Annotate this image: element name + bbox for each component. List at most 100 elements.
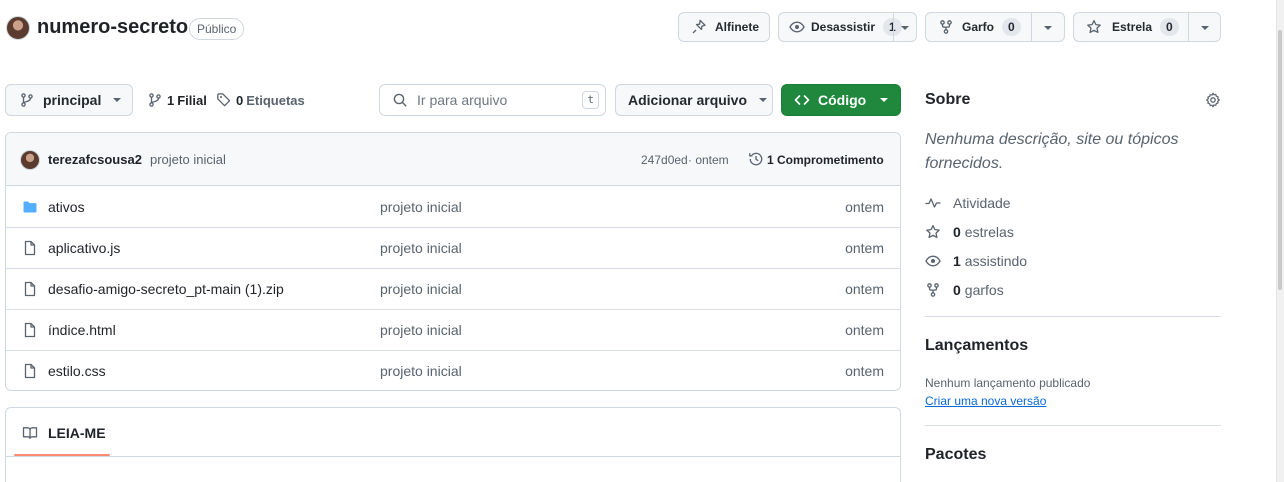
branch-icon (147, 92, 163, 108)
tags-label: Etiquetas (246, 92, 305, 108)
file-list: ativos projeto inicial ontem aplicativo.js p… (6, 187, 900, 390)
history-icon (748, 151, 764, 167)
commit-hash[interactable]: 247d0ed (641, 153, 688, 167)
watching-link[interactable]: 1 assistindo (925, 253, 1027, 269)
file-name-link[interactable]: ativos (48, 199, 85, 215)
branch-icon (19, 92, 35, 108)
star-icon (1086, 19, 1102, 35)
commit-time: · ontem (688, 153, 729, 167)
stars-link[interactable]: 0 estrelas (925, 224, 1014, 240)
releases-empty-text: Nenhum lançamento publicado (925, 376, 1091, 390)
file-name-link[interactable]: estilo.css (48, 363, 106, 379)
releases-title[interactable]: Lançamentos (925, 337, 1028, 355)
code-dropdown-icon (880, 98, 889, 102)
watch-button[interactable]: Desassistir 1 (778, 12, 917, 42)
sidebar-divider (925, 316, 1221, 317)
search-shortcut: t (582, 91, 599, 109)
owner-avatar[interactable] (6, 16, 30, 40)
stars-label: estrelas (964, 224, 1014, 240)
readme-header (6, 408, 900, 457)
branch-name: principal (43, 92, 102, 108)
packages-title[interactable]: Pacotes (925, 446, 986, 464)
star-count: 0 (1160, 18, 1179, 36)
file-name-link[interactable]: índice.html (48, 322, 116, 338)
tab-readme[interactable]: LEIA-ME (48, 425, 106, 441)
file-row[interactable]: índice.html projeto inicial ontem (6, 310, 900, 351)
eye-icon (925, 253, 941, 269)
file-search[interactable]: Ir para arquivo t (379, 84, 606, 116)
eye-icon (789, 19, 805, 35)
scrollbar-thumb[interactable] (1278, 30, 1282, 290)
add-file-dropdown-icon (759, 98, 768, 102)
search-input[interactable]: Ir para arquivo (417, 92, 582, 108)
file-commit-message[interactable]: projeto inicial (380, 199, 462, 215)
star-dropdown-icon[interactable] (1201, 26, 1209, 30)
file-row[interactable]: ativos projeto inicial ontem (6, 187, 900, 228)
code-label: Código (818, 92, 867, 108)
file-commit-date: ontem (845, 322, 884, 338)
pin-button[interactable]: Alfinete (678, 12, 770, 42)
tags-count: 0 (236, 92, 244, 108)
star-label: Estrela (1112, 20, 1153, 34)
fork-button[interactable]: Garfo 0 (925, 12, 1065, 42)
stars-count: 0 (953, 224, 961, 240)
file-table: terezafcsousa2 projeto inicial 247d0ed ·… (5, 132, 901, 391)
forks-label: garfos (964, 282, 1004, 298)
forks-link[interactable]: 0 garfos (925, 282, 1004, 298)
file-name-link[interactable]: desafio-amigo-secreto_pt-main (1).zip (48, 281, 284, 297)
about-title: Sobre (925, 91, 971, 108)
file-commit-date: ontem (845, 281, 884, 297)
fork-dropdown-icon[interactable] (1044, 26, 1052, 30)
readme-box: LEIA-ME (5, 407, 901, 482)
commit-author[interactable]: terezafcsousa2 (48, 152, 142, 167)
code-icon (794, 92, 810, 108)
repo-name[interactable]: numero-secreto (37, 16, 188, 39)
watching-count: 1 (953, 253, 961, 269)
file-icon (22, 322, 38, 338)
folder-icon (22, 199, 38, 215)
visibility-badge: Público (189, 18, 245, 40)
branch-dropdown-icon (113, 98, 122, 102)
activity-link[interactable]: Atividade (925, 195, 1011, 211)
tag-icon (216, 92, 232, 108)
file-row[interactable]: estilo.css projeto inicial ontem (6, 351, 900, 390)
branches-label: Filial (177, 92, 207, 108)
watch-label: Desassistir (811, 20, 876, 34)
file-icon (22, 240, 38, 256)
latest-commit: terezafcsousa2 projeto inicial 247d0ed ·… (6, 133, 900, 186)
forks-count: 0 (953, 282, 961, 298)
author-avatar[interactable] (20, 150, 40, 170)
gear-icon[interactable] (1205, 92, 1221, 108)
file-row[interactable]: aplicativo.js projeto inicial ontem (6, 228, 900, 269)
file-commit-date: ontem (845, 199, 884, 215)
branch-select[interactable]: principal (5, 84, 133, 116)
file-commit-date: ontem (845, 363, 884, 379)
pulse-icon (925, 195, 941, 211)
create-release-link[interactable]: Criar uma nova versão (925, 394, 1046, 408)
star-button[interactable]: Estrela 0 (1073, 12, 1221, 42)
add-file-button[interactable]: Adicionar arquivo (615, 84, 773, 116)
branches-link[interactable]: 1 Filial (147, 92, 207, 108)
file-row[interactable]: desafio-amigo-secreto_pt-main (1).zip pro… (6, 269, 900, 310)
commits-count-link[interactable]: 1 Comprometimento (767, 153, 884, 167)
file-icon (22, 363, 38, 379)
repo-description: Nenhuma descrição, site ou tópicos forne… (925, 131, 1179, 172)
sidebar-divider (925, 425, 1221, 426)
tags-link[interactable]: 0 Etiquetas (216, 92, 305, 108)
commit-message[interactable]: projeto inicial (150, 152, 226, 167)
code-button[interactable]: Código (781, 84, 901, 116)
file-commit-message[interactable]: projeto inicial (380, 281, 462, 297)
fork-label: Garfo (962, 20, 995, 34)
file-icon (22, 281, 38, 297)
file-name-link[interactable]: aplicativo.js (48, 240, 120, 256)
pin-label: Alfinete (715, 20, 760, 34)
file-commit-date: ontem (845, 240, 884, 256)
fork-icon (938, 19, 954, 35)
file-commit-message[interactable]: projeto inicial (380, 240, 462, 256)
file-commit-message[interactable]: projeto inicial (380, 322, 462, 338)
star-icon (925, 224, 941, 240)
activity-label: Atividade (953, 195, 1011, 211)
branches-count: 1 (167, 92, 175, 108)
file-commit-message[interactable]: projeto inicial (380, 363, 462, 379)
watch-dropdown-icon[interactable] (901, 26, 909, 30)
